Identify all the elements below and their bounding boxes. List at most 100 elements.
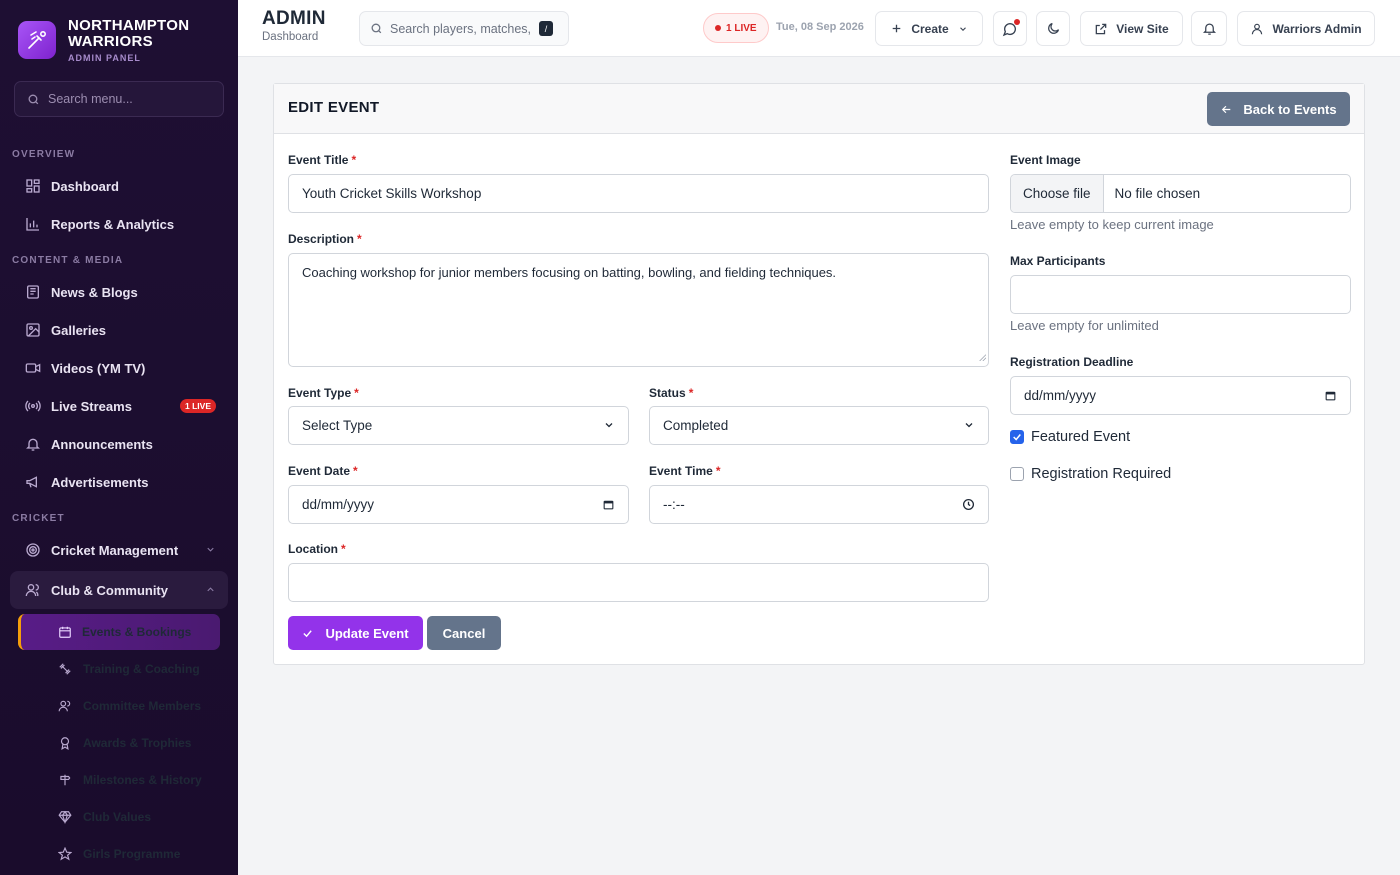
search-shortcut-key: / (539, 21, 553, 36)
status-select[interactable]: Completed (649, 406, 989, 445)
calendar-icon[interactable] (602, 498, 615, 511)
sidebar-item-label: Videos (YM TV) (51, 360, 146, 376)
card-header: EDIT EVENT Back to Events (274, 84, 1364, 134)
registration-checkbox-box[interactable] (1010, 467, 1024, 481)
back-to-events-button[interactable]: Back to Events (1207, 92, 1350, 126)
sidebar-item-label: Cricket Management (51, 542, 179, 558)
event-title-input[interactable]: Youth Cricket Skills Workshop (288, 174, 989, 213)
sidebar-subitem-milestones[interactable]: Milestones & History (0, 761, 238, 798)
dumbbell-icon (57, 661, 73, 677)
sidebar-subitem-events[interactable]: Events & Bookings (18, 614, 220, 650)
user-menu-button[interactable]: Warriors Admin (1237, 11, 1375, 46)
sidebar-item-dashboard[interactable]: Dashboard (0, 167, 238, 205)
clock-icon[interactable] (962, 498, 975, 511)
cancel-button[interactable]: Cancel (427, 616, 501, 650)
check-icon (302, 628, 313, 639)
resize-handle-icon[interactable] (978, 349, 987, 364)
back-button-label: Back to Events (1243, 101, 1337, 117)
broadcast-icon (24, 397, 42, 415)
registration-deadline-input[interactable]: dd/mm/yyyy (1010, 376, 1351, 415)
users-icon (24, 581, 42, 599)
create-button[interactable]: Create (875, 11, 983, 46)
event-image-label: Event Image (1010, 153, 1081, 167)
view-site-button[interactable]: View Site (1080, 11, 1183, 46)
sidebar-subitem-training[interactable]: Training & Coaching (0, 650, 238, 687)
notifications-button[interactable] (1191, 11, 1227, 46)
sidebar-item-label: Reports & Analytics (51, 216, 175, 232)
event-date-placeholder: dd/mm/yyyy (302, 497, 375, 512)
featured-checkbox-box[interactable] (1010, 430, 1024, 444)
sidebar-item-news[interactable]: News & Blogs (0, 273, 238, 311)
location-input[interactable] (288, 563, 989, 602)
bell-icon (24, 435, 42, 453)
description-textarea[interactable]: Coaching workshop for junior members foc… (288, 253, 989, 367)
megaphone-icon (24, 473, 42, 491)
event-time-label: Event Time * (649, 464, 721, 478)
sidebar-subitem-committee[interactable]: Committee Members (0, 687, 238, 724)
sidebar-subitem-girls[interactable]: Girls Programme (0, 835, 238, 872)
calendar-icon[interactable] (1324, 389, 1337, 402)
event-date-input[interactable]: dd/mm/yyyy (288, 485, 629, 524)
event-type-select[interactable]: Select Type (288, 406, 629, 445)
no-file-text: No file chosen (1114, 186, 1201, 201)
user-name-label: Warriors Admin (1272, 21, 1362, 36)
live-status-pill[interactable]: 1 LIVE (703, 13, 769, 43)
sidebar-subitem-values[interactable]: Club Values (0, 798, 238, 835)
global-search-placeholder: Search players, matches, r (390, 21, 535, 36)
live-dot-icon (715, 25, 721, 31)
update-event-button[interactable]: Update Event (288, 616, 423, 650)
brand[interactable]: NORTHAMPTON WARRIORS ADMIN PANEL (0, 0, 238, 80)
sidebar-item-videos[interactable]: Videos (YM TV) (0, 349, 238, 387)
breadcrumb[interactable]: Dashboard (262, 31, 318, 43)
chevron-down-icon (603, 419, 615, 431)
user-icon (1250, 22, 1264, 36)
global-search-input[interactable]: Search players, matches, r / (359, 11, 569, 46)
sidebar-item-reports[interactable]: Reports & Analytics (0, 205, 238, 243)
sidebar-item-club-community[interactable]: Club & Community (10, 571, 228, 609)
sidebar-search-input[interactable]: Search menu... (14, 81, 224, 117)
sidebar-item-label: News & Blogs (51, 284, 138, 300)
create-button-label: Create (911, 21, 949, 36)
sidebar-item-label: Advertisements (51, 474, 149, 490)
arrow-left-icon (1220, 103, 1233, 116)
event-image-file-input[interactable]: Choose file No file chosen (1010, 174, 1351, 213)
max-participants-input[interactable] (1010, 275, 1351, 314)
update-event-label: Update Event (325, 625, 409, 641)
event-image-help: Leave empty to keep current image (1010, 217, 1214, 232)
chevron-down-icon (205, 543, 216, 558)
award-icon (57, 735, 73, 751)
section-label-overview: OVERVIEW (12, 149, 76, 160)
messages-button[interactable] (993, 11, 1027, 46)
sidebar-item-cricket-management[interactable]: Cricket Management (0, 531, 238, 569)
location-label: Location * (288, 542, 346, 556)
calendar-icon (57, 624, 73, 640)
sidebar-item-galleries[interactable]: Galleries (0, 311, 238, 349)
cancel-label: Cancel (442, 625, 486, 641)
registration-required-label: Registration Required (1031, 466, 1172, 482)
video-camera-icon (24, 359, 42, 377)
event-time-input[interactable]: --:-- (649, 485, 989, 524)
bell-icon (1202, 21, 1217, 36)
sidebar-subitem-label: Club Values (83, 809, 152, 824)
sidebar-subitem-label: Committee Members (83, 698, 202, 713)
sidebar-item-label: Live Streams (51, 398, 132, 414)
sidebar: NORTHAMPTON WARRIORS ADMIN PANEL Search … (0, 0, 238, 875)
plus-icon (890, 22, 903, 35)
featured-event-checkbox[interactable]: Featured Event (1010, 429, 1130, 445)
sidebar-subitem-label: Girls Programme (83, 846, 181, 861)
sidebar-subitem-label: Training & Coaching (83, 661, 200, 676)
sidebar-subitem-awards[interactable]: Awards & Trophies (0, 724, 238, 761)
sidebar-item-label: Club & Community (51, 582, 168, 598)
registration-required-checkbox[interactable]: Registration Required (1010, 466, 1171, 482)
check-icon (1013, 434, 1021, 441)
sidebar-item-live-streams[interactable]: Live Streams 1 LIVE (0, 387, 238, 425)
choose-file-button[interactable]: Choose file (1011, 175, 1104, 212)
registration-deadline-label: Registration Deadline (1010, 355, 1134, 369)
target-icon (24, 541, 42, 559)
sidebar-item-advertisements[interactable]: Advertisements (0, 463, 238, 501)
view-site-label: View Site (1116, 21, 1169, 36)
sidebar-item-label: Galleries (51, 322, 106, 338)
sidebar-item-announcements[interactable]: Announcements (0, 425, 238, 463)
brand-subtitle: ADMIN PANEL (68, 52, 141, 63)
theme-toggle-button[interactable] (1036, 11, 1070, 46)
